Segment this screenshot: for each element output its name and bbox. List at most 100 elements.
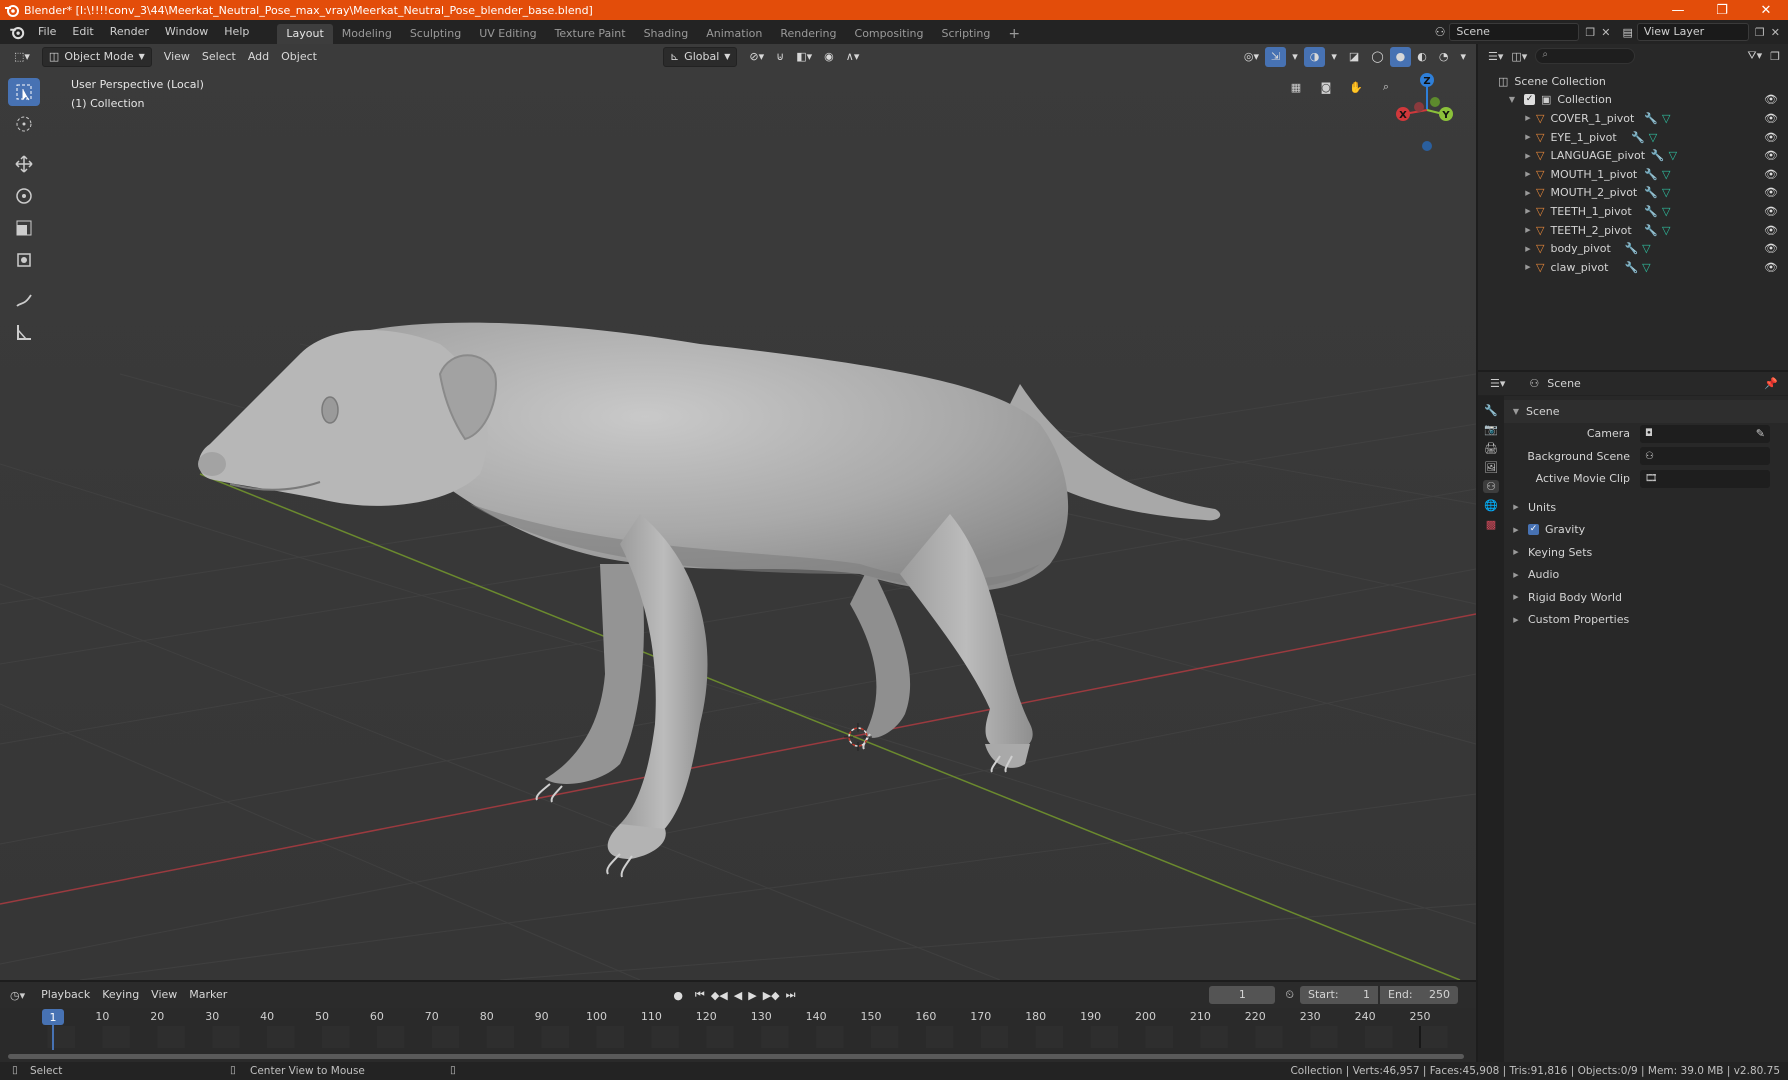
modifier-icon[interactable]: 🔧 <box>1644 186 1658 199</box>
timeline-menu-marker[interactable]: Marker <box>183 985 233 1005</box>
mesh-data-icon[interactable]: ▽ <box>1662 224 1670 237</box>
outliner-object-row[interactable]: ▶ ▽ claw_pivot 🔧 ▽ 👁 <box>1478 258 1788 277</box>
snap-target-icon[interactable]: ◧▾ <box>790 47 818 67</box>
mesh-data-icon[interactable]: ▽ <box>1649 131 1657 144</box>
view-layer-selector[interactable]: View Layer <box>1636 23 1749 41</box>
snap-icon[interactable]: ⊍ <box>770 47 790 67</box>
delete-view-layer-icon[interactable]: ✕ <box>1771 26 1780 39</box>
timeline-menu-keying[interactable]: Keying <box>96 985 145 1005</box>
eye-icon[interactable]: 👁 <box>1764 205 1778 218</box>
axis-gizmo[interactable]: Z Y X <box>1390 70 1460 166</box>
minimize-button[interactable]: — <box>1656 3 1700 18</box>
filter-icon[interactable]: ⛛▾ <box>1747 49 1762 63</box>
outliner-object-row[interactable]: ▶ ▽ TEETH_2_pivot 🔧 ▽ 👁 <box>1478 221 1788 240</box>
tab-scripting[interactable]: Scripting <box>932 24 999 44</box>
jump-end-icon[interactable]: ⏭ <box>786 988 796 1002</box>
modifier-icon[interactable]: 🔧 <box>1651 149 1665 162</box>
record-icon[interactable]: ● <box>673 989 683 1002</box>
next-keyframe-icon[interactable]: ▶◆ <box>763 989 780 1002</box>
overlays-dropdown-icon[interactable]: ▾ <box>1325 47 1343 67</box>
modifier-icon[interactable]: 🔧 <box>1624 242 1638 255</box>
eye-icon[interactable]: 👁 <box>1764 168 1778 181</box>
camera-view-icon[interactable]: ◙ <box>1313 74 1339 100</box>
play-reverse-icon[interactable]: ◀ <box>734 989 742 1002</box>
property-section-header[interactable]: ▶ Keying Sets <box>1504 541 1788 564</box>
maximize-button[interactable]: ❐ <box>1700 3 1744 18</box>
start-frame-field[interactable]: Start: 1 <box>1300 986 1378 1004</box>
modifier-icon[interactable]: 🔧 <box>1644 224 1658 237</box>
mesh-data-icon[interactable]: ▽ <box>1642 261 1650 274</box>
viewport-menu-add[interactable]: Add <box>242 47 275 67</box>
tab-sculpting[interactable]: Sculpting <box>401 24 470 44</box>
property-section-header[interactable]: ▶ ✓ Gravity <box>1504 519 1788 542</box>
modifier-icon[interactable]: 🔧 <box>1624 261 1638 274</box>
pivot-point-icon[interactable]: ⊘▾ <box>743 47 770 67</box>
scale-tool[interactable] <box>8 214 40 242</box>
eye-icon[interactable]: 👁 <box>1764 224 1778 237</box>
timeline-scrollbar[interactable] <box>8 1054 1464 1059</box>
xray-icon[interactable]: ◪ <box>1343 47 1365 67</box>
mesh-data-icon[interactable]: ▽ <box>1662 186 1670 199</box>
move-tool[interactable] <box>8 150 40 178</box>
mesh-data-icon[interactable]: ▽ <box>1662 112 1670 125</box>
jump-start-icon[interactable]: ⏮ <box>695 988 705 1002</box>
outliner-object-row[interactable]: ▶ ▽ TEETH_1_pivot 🔧 ▽ 👁 <box>1478 202 1788 221</box>
transform-orientation-selector[interactable]: ⊾ Global ▼ <box>662 47 738 67</box>
pan-hand-icon[interactable]: ✋ <box>1343 74 1369 100</box>
tab-modeling[interactable]: Modeling <box>333 24 401 44</box>
section-checkbox[interactable]: ✓ <box>1528 524 1539 536</box>
timeline-menu-view[interactable]: View <box>145 985 183 1005</box>
shading-dropdown-icon[interactable]: ▾ <box>1454 47 1472 67</box>
tab-uv-editing[interactable]: UV Editing <box>470 24 545 44</box>
display-mode-icon[interactable]: ◫▾ <box>1511 50 1527 63</box>
eye-icon[interactable]: 👁 <box>1764 112 1778 125</box>
solid-shading-icon[interactable]: ● <box>1389 47 1412 67</box>
editor-type-button[interactable]: ⬚▾ <box>8 47 36 67</box>
property-section-header[interactable]: ▶ Units <box>1504 496 1788 519</box>
property-section-header[interactable]: ▶ Custom Properties <box>1504 609 1788 632</box>
outliner-search-input[interactable]: ⌕ <box>1535 48 1636 64</box>
rotate-tool[interactable] <box>8 182 40 210</box>
gizmo-toggle-icon[interactable]: ⇲ <box>1265 47 1287 67</box>
scene-icon[interactable]: ⚇ <box>1435 25 1446 39</box>
new-scene-icon[interactable]: ❐ <box>1585 26 1595 39</box>
viewport-scene[interactable] <box>0 44 1476 980</box>
modifier-icon[interactable]: 🔧 <box>1644 112 1658 125</box>
new-view-layer-icon[interactable]: ❐ <box>1755 26 1765 39</box>
scene-tab-icon[interactable]: ⚇ <box>1483 480 1499 493</box>
eye-icon[interactable]: 👁 <box>1764 261 1778 274</box>
menu-help[interactable]: Help <box>216 20 257 44</box>
mesh-data-icon[interactable]: ▽ <box>1662 205 1670 218</box>
menu-edit[interactable]: Edit <box>64 20 101 44</box>
expand-icon[interactable]: ▶ <box>1522 133 1534 141</box>
field-input[interactable]: ◘ ✎ <box>1640 424 1770 443</box>
wireframe-shading-icon[interactable]: ◯ <box>1365 47 1389 67</box>
modifier-icon[interactable]: 🔧 <box>1644 168 1658 181</box>
expand-icon[interactable]: ▶ <box>1522 226 1534 234</box>
tab-compositing[interactable]: Compositing <box>846 24 933 44</box>
eye-icon[interactable]: 👁 <box>1764 149 1778 162</box>
current-frame-field[interactable]: 1 <box>1209 986 1276 1004</box>
clock-icon[interactable]: ⏲ <box>1285 988 1294 1002</box>
annotate-tool[interactable] <box>8 286 40 314</box>
output-tab-icon[interactable]: 🖨 <box>1484 442 1498 455</box>
viewport-menu-object[interactable]: Object <box>275 47 323 67</box>
select-box-tool[interactable] <box>8 78 40 106</box>
falloff-icon[interactable]: ∧▾ <box>840 47 866 67</box>
cursor-tool[interactable] <box>8 110 40 138</box>
texture-tab-icon[interactable]: ▩ <box>1486 518 1496 531</box>
transform-tool[interactable] <box>8 246 40 274</box>
prev-keyframe-icon[interactable]: ◆◀ <box>711 989 728 1002</box>
viewport-menu-view[interactable]: View <box>158 47 196 67</box>
expand-icon[interactable]: ▶ <box>1522 245 1534 253</box>
tab-layout[interactable]: Layout <box>277 24 333 44</box>
play-icon[interactable]: ▶ <box>748 989 756 1002</box>
property-section-header[interactable]: ▶ Rigid Body World <box>1504 586 1788 609</box>
view-layer-tab-icon[interactable]: 🖼 <box>1484 461 1498 474</box>
eye-icon[interactable]: 👁 <box>1764 93 1778 106</box>
visibility-icon[interactable]: ◎▾ <box>1238 47 1265 67</box>
scene-selector[interactable]: Scene <box>1449 23 1580 41</box>
field-input[interactable]: 🎞 <box>1640 469 1770 488</box>
menu-render[interactable]: Render <box>102 20 157 44</box>
new-collection-icon[interactable]: ❐ <box>1770 50 1780 63</box>
